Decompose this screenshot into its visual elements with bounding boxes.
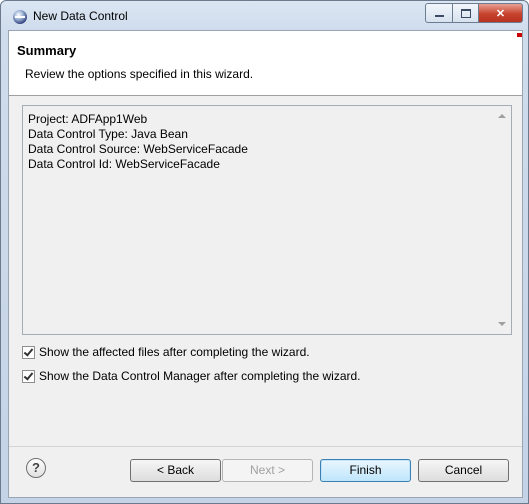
show-dc-manager-label: Show the Data Control Manager after comp… bbox=[39, 369, 361, 383]
summary-textarea[interactable]: Project: ADFApp1Web Data Control Type: J… bbox=[22, 105, 512, 335]
window-title: New Data Control bbox=[33, 9, 128, 23]
close-icon: ✕ bbox=[495, 7, 506, 20]
help-icon: ? bbox=[32, 460, 40, 475]
next-button[interactable]: Next > bbox=[222, 459, 313, 482]
page-title: Summary bbox=[17, 43, 77, 58]
minimize-button[interactable] bbox=[425, 3, 453, 23]
title-bar[interactable]: New Data Control ✕ bbox=[1, 1, 528, 31]
header-corner-mark bbox=[517, 33, 522, 37]
maximize-button[interactable] bbox=[453, 3, 479, 23]
finish-button[interactable]: Finish bbox=[320, 459, 411, 482]
back-button[interactable]: < Back bbox=[130, 459, 221, 482]
help-button[interactable]: ? bbox=[26, 458, 46, 478]
show-affected-files-checkbox[interactable] bbox=[22, 345, 35, 359]
summary-text: Project: ADFApp1Web Data Control Type: J… bbox=[28, 112, 248, 172]
page-description: Review the options specified in this wiz… bbox=[25, 67, 254, 81]
summary-line-type: Data Control Type: Java Bean bbox=[28, 127, 188, 141]
summary-line-id: Data Control Id: WebServiceFacade bbox=[28, 157, 220, 171]
show-dc-manager-option[interactable]: Show the Data Control Manager after comp… bbox=[22, 368, 361, 384]
show-affected-files-option[interactable]: Show the affected files after completing… bbox=[22, 344, 310, 360]
cancel-button[interactable]: Cancel bbox=[418, 459, 509, 482]
footer-divider bbox=[9, 446, 522, 447]
vertical-scrollbar[interactable] bbox=[494, 106, 511, 334]
window-controls: ✕ bbox=[425, 3, 523, 23]
scroll-up-icon[interactable] bbox=[498, 114, 506, 118]
maximize-icon bbox=[460, 8, 471, 18]
wizard-window: New Data Control ✕ Summary Review the op… bbox=[0, 0, 529, 504]
show-dc-manager-checkbox[interactable] bbox=[22, 369, 35, 383]
scroll-down-icon[interactable] bbox=[498, 322, 506, 326]
summary-line-source: Data Control Source: WebServiceFacade bbox=[28, 142, 248, 156]
summary-line-project: Project: ADFApp1Web bbox=[28, 112, 148, 126]
minimize-icon bbox=[434, 15, 444, 17]
close-button[interactable]: ✕ bbox=[479, 3, 523, 23]
eclipse-app-icon bbox=[13, 10, 27, 24]
wizard-header: Summary Review the options specified in … bbox=[9, 31, 522, 96]
show-affected-files-label: Show the affected files after completing… bbox=[39, 345, 310, 359]
dialog-body: Summary Review the options specified in … bbox=[8, 30, 523, 498]
